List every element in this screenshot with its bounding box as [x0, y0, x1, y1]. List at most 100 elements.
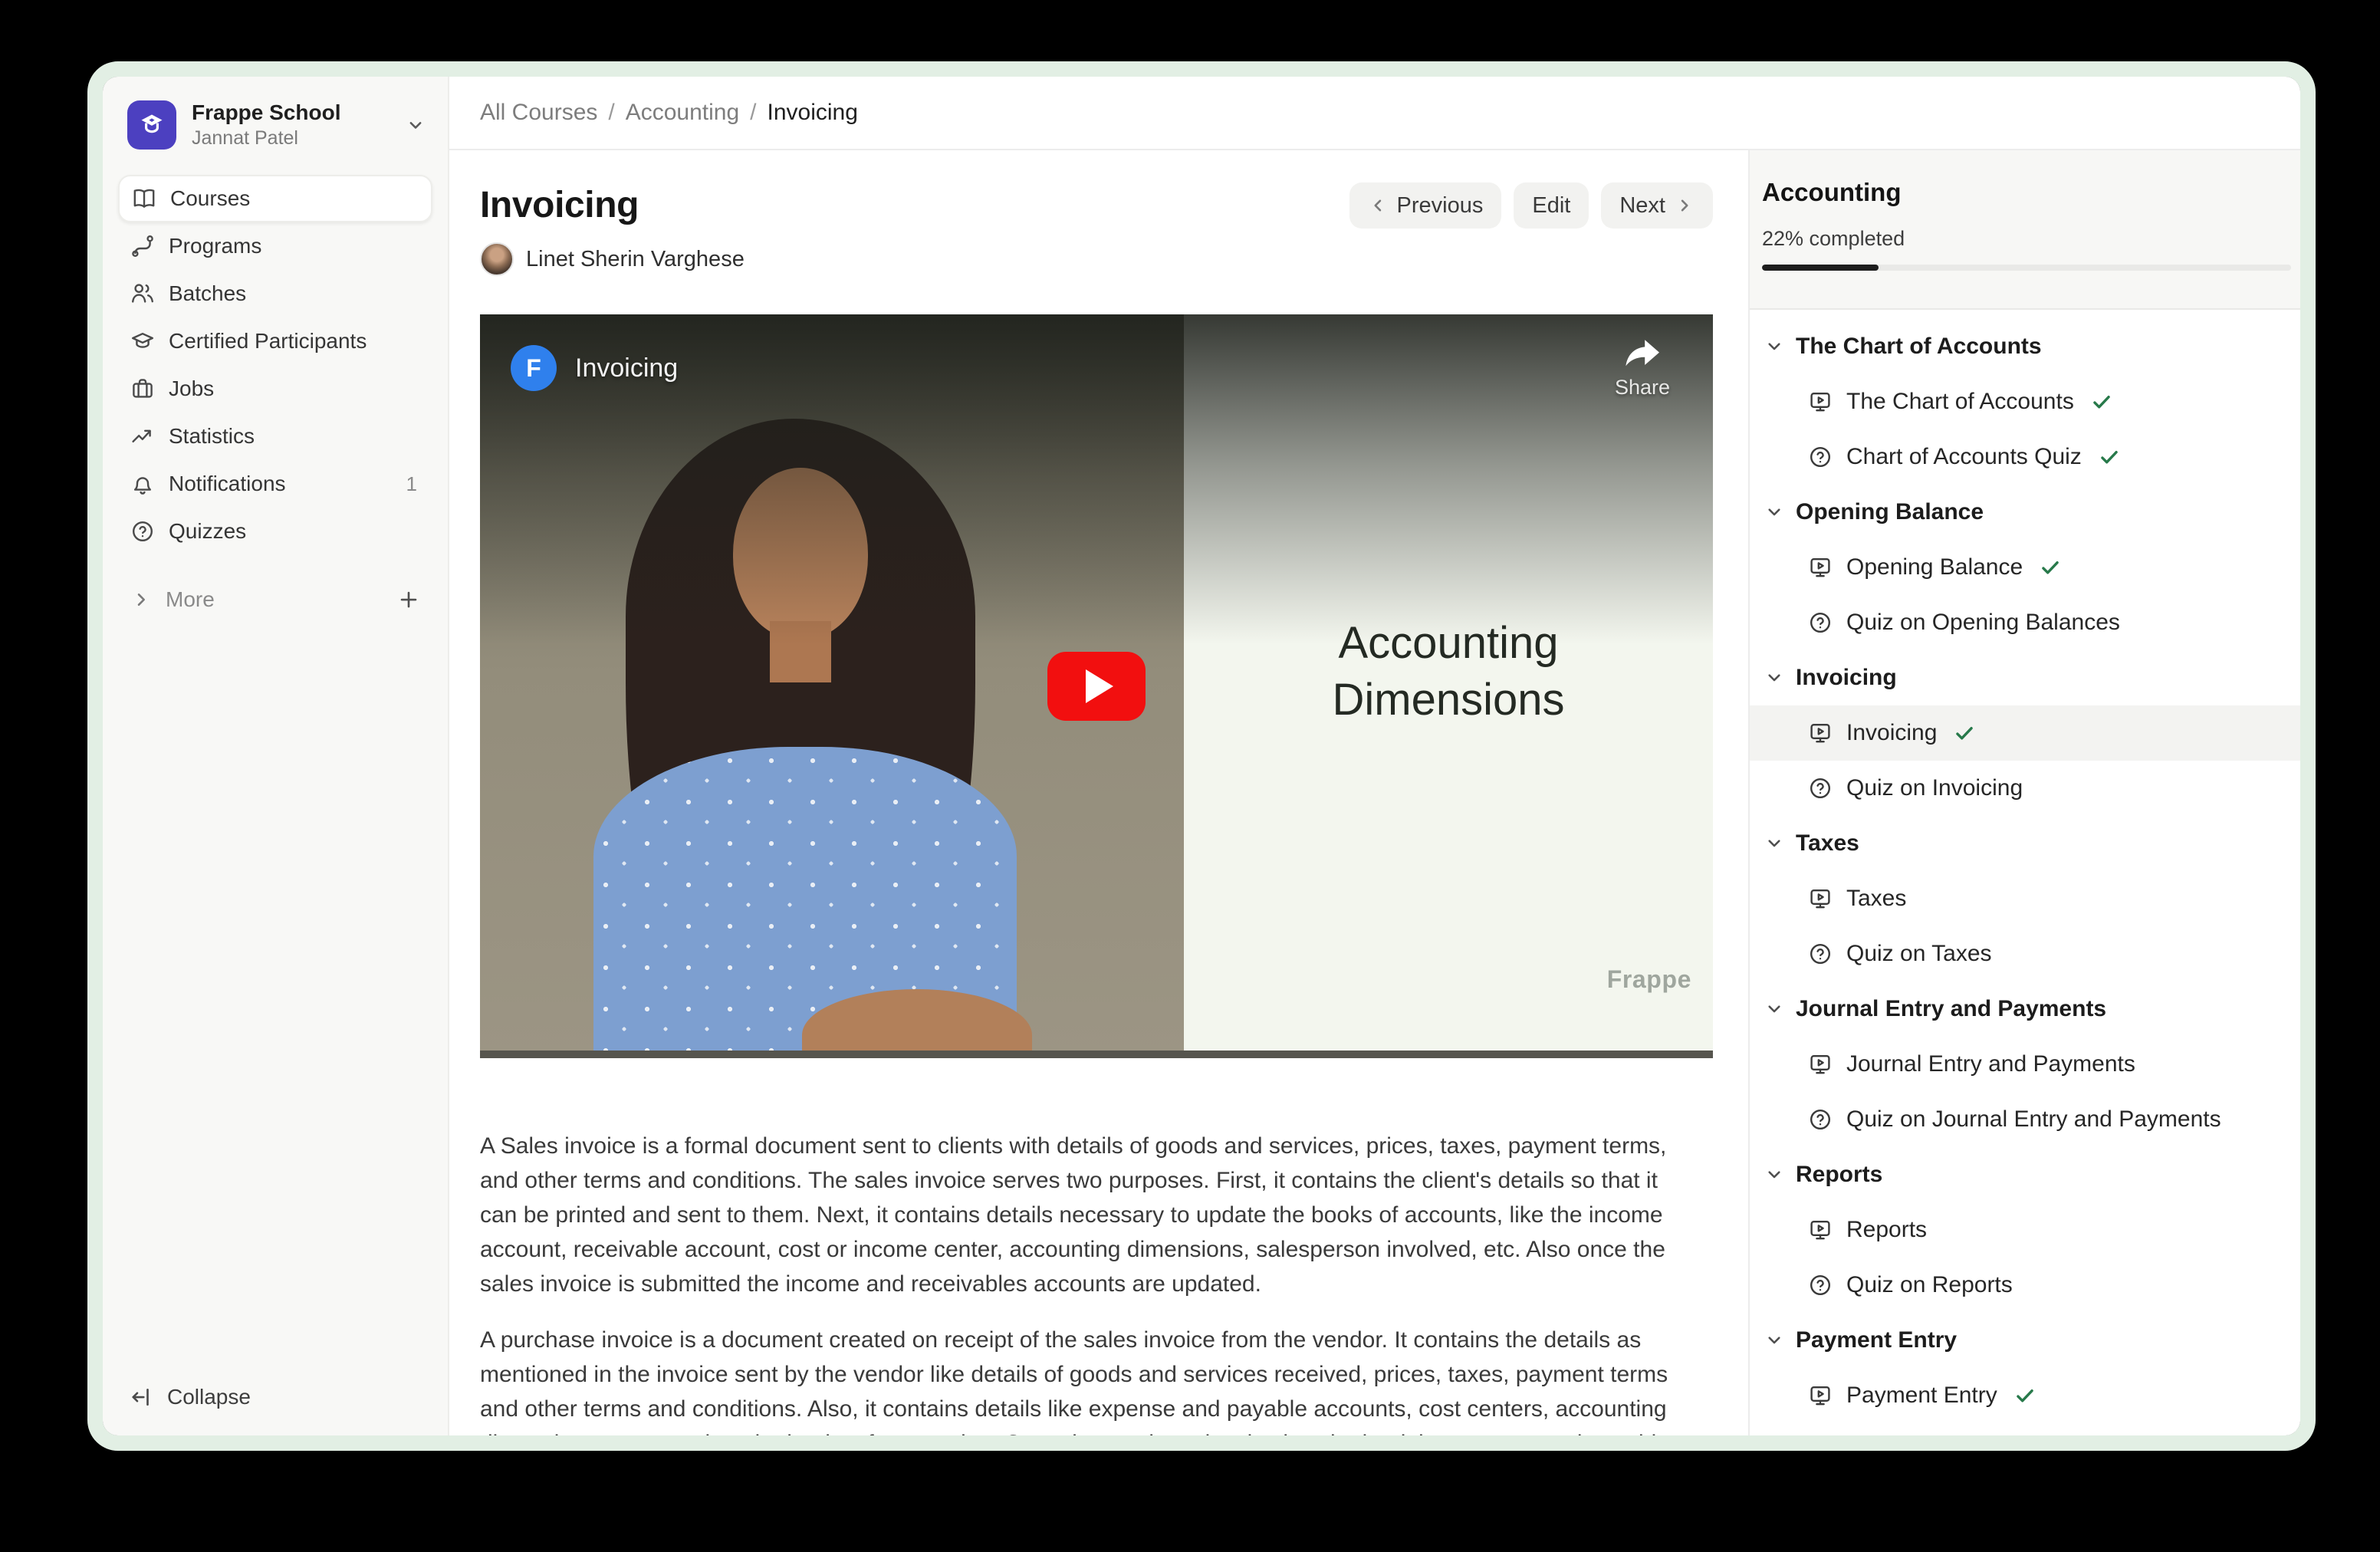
- route-icon: [130, 234, 155, 258]
- video-title-overlay[interactable]: Invoicing: [575, 353, 678, 383]
- collapse-label: Collapse: [167, 1385, 251, 1409]
- outline-lesson-quiz-on-journal-entry-and-payments[interactable]: Quiz on Journal Entry and Payments: [1750, 1092, 2300, 1147]
- check-icon: [2099, 446, 2120, 468]
- outline-section-title: Invoicing: [1796, 665, 1897, 691]
- sidebar-item-label: Quizzes: [169, 519, 420, 544]
- sidebar-item-label: Programs: [169, 234, 420, 258]
- outline-lesson-quiz-on-reports[interactable]: Quiz on Reports: [1750, 1258, 2300, 1313]
- outline-lesson-label: Taxes: [1846, 886, 1906, 912]
- progress-label: 22% completed: [1762, 227, 2288, 251]
- outline-section-taxes[interactable]: Taxes: [1750, 816, 2300, 871]
- graduation-cap-icon: [137, 110, 166, 140]
- quiz-icon: [1808, 445, 1833, 469]
- chevron-down-icon: [1765, 1166, 1783, 1184]
- monitor-play-icon: [1808, 390, 1833, 414]
- sidebar-item-jobs[interactable]: Jobs: [118, 365, 432, 413]
- play-icon: [1086, 669, 1113, 703]
- edit-button[interactable]: Edit: [1514, 182, 1589, 229]
- share-button[interactable]: Share: [1615, 339, 1670, 400]
- chevron-down-icon: [1765, 503, 1783, 521]
- check-icon: [2091, 391, 2112, 413]
- monitor-play-icon: [1808, 555, 1833, 580]
- sidebar-item-statistics[interactable]: Statistics: [118, 413, 432, 460]
- outline-lesson-the-chart-of-accounts[interactable]: The Chart of Accounts: [1750, 374, 2300, 429]
- author-name: Linet Sherin Varghese: [526, 247, 745, 272]
- graduation-cap-icon: [130, 329, 155, 353]
- outline-lesson-quiz-on-opening-balances[interactable]: Quiz on Opening Balances: [1750, 595, 2300, 650]
- check-icon: [2040, 557, 2061, 578]
- book-open-icon: [132, 186, 156, 211]
- course-outline-header: Accounting 22% completed: [1750, 150, 2300, 310]
- chevron-down-icon: [1765, 834, 1783, 853]
- next-button[interactable]: Next: [1601, 182, 1713, 229]
- sidebar-item-quizzes[interactable]: Quizzes: [118, 508, 432, 555]
- video-progress-bar[interactable]: [480, 1051, 1713, 1058]
- monitor-play-icon: [1808, 1383, 1833, 1408]
- sidebar-item-certified-participants[interactable]: Certified Participants: [118, 317, 432, 365]
- outline-lesson-quiz-on-taxes[interactable]: Quiz on Taxes: [1750, 926, 2300, 982]
- sidebar-item-label: Jobs: [169, 376, 420, 401]
- plus-icon: [397, 588, 420, 611]
- monitor-play-icon: [1808, 1218, 1833, 1242]
- outline-section-journal-entry-and-payments[interactable]: Journal Entry and Payments: [1750, 982, 2300, 1037]
- bell-icon: [130, 472, 155, 496]
- outline-section-invoicing[interactable]: Invoicing: [1750, 650, 2300, 705]
- sidebar-item-programs[interactable]: Programs: [118, 222, 432, 270]
- add-button[interactable]: [397, 588, 420, 611]
- outline-section-title: Payment Entry: [1796, 1327, 1957, 1353]
- avatar: [480, 242, 514, 276]
- outline-lesson-label: Chart of Accounts Quiz: [1846, 444, 2082, 470]
- channel-avatar[interactable]: F: [511, 345, 557, 391]
- outline-section-the-chart-of-accounts[interactable]: The Chart of Accounts: [1750, 319, 2300, 374]
- outline-section-payment-entry[interactable]: Payment Entry: [1750, 1313, 2300, 1368]
- outline-lesson-invoicing[interactable]: Invoicing: [1750, 705, 2300, 761]
- outline-lesson-chart-of-accounts-quiz[interactable]: Chart of Accounts Quiz: [1750, 429, 2300, 485]
- breadcrumb-accounting[interactable]: Accounting: [626, 100, 739, 126]
- outline-section-title: The Chart of Accounts: [1796, 334, 2042, 360]
- outline-section-opening-balance[interactable]: Opening Balance: [1750, 485, 2300, 540]
- outline-lesson-label: Journal Entry and Payments: [1846, 1051, 2135, 1077]
- trending-up-icon: [130, 424, 155, 449]
- check-icon: [2014, 1385, 2036, 1406]
- author-row: Linet Sherin Varghese: [480, 242, 1713, 276]
- outline-lesson-label: Payment Entry: [1846, 1383, 1997, 1409]
- school-switcher[interactable]: Frappe School Jannat Patel: [103, 77, 448, 169]
- outline-lesson-quiz-on-invoicing[interactable]: Quiz on Invoicing: [1750, 761, 2300, 816]
- breadcrumb-separator: /: [608, 100, 614, 126]
- breadcrumb-all-courses[interactable]: All Courses: [480, 100, 597, 126]
- video-player[interactable]: Accounting Dimensions Frappe F Invoicing: [480, 314, 1713, 1058]
- users-icon: [130, 281, 155, 306]
- chevron-down-icon: [1765, 1331, 1783, 1350]
- quiz-icon: [1808, 776, 1833, 801]
- school-name: Frappe School: [192, 100, 390, 126]
- sidebar-item-more[interactable]: More: [118, 577, 432, 623]
- school-user-name: Jannat Patel: [192, 126, 390, 150]
- sidebar-item-batches[interactable]: Batches: [118, 270, 432, 317]
- outline-lesson-label: Quiz on Reports: [1846, 1272, 2013, 1298]
- play-button[interactable]: [1047, 652, 1146, 721]
- previous-button[interactable]: Previous: [1349, 182, 1502, 229]
- sidebar-item-label: Statistics: [169, 424, 420, 449]
- outline-lesson-reports[interactable]: Reports: [1750, 1202, 2300, 1258]
- outline-lesson-opening-balance[interactable]: Opening Balance: [1750, 540, 2300, 595]
- sidebar-item-courses[interactable]: Courses: [118, 175, 432, 222]
- chevron-left-icon: [1368, 196, 1388, 215]
- outline-lesson-taxes[interactable]: Taxes: [1750, 871, 2300, 926]
- outline-lesson-payment-entry[interactable]: Payment Entry: [1750, 1368, 2300, 1423]
- outline-section-title: Taxes: [1796, 830, 1859, 857]
- chevron-right-icon: [1675, 196, 1695, 215]
- course-outline-list: The Chart of Accounts The Chart of Accou…: [1750, 310, 2300, 1423]
- breadcrumb: All Courses / Accounting / Invoicing: [449, 77, 2300, 150]
- quiz-icon: [1808, 610, 1833, 635]
- outline-section-reports[interactable]: Reports: [1750, 1147, 2300, 1202]
- collapse-sidebar-button[interactable]: Collapse: [118, 1374, 432, 1420]
- lesson-content: Invoicing Previous Edit: [449, 150, 1748, 1435]
- page-title: Invoicing: [480, 181, 639, 230]
- page-background: Frappe School Jannat Patel Courses Progr…: [0, 0, 2380, 1552]
- outline-lesson-journal-entry-and-payments[interactable]: Journal Entry and Payments: [1750, 1037, 2300, 1092]
- sidebar-item-notifications[interactable]: Notifications 1: [118, 460, 432, 508]
- sidebar-item-label: Notifications: [169, 472, 393, 496]
- check-icon: [1954, 722, 1975, 744]
- outline-lesson-label: Quiz on Journal Entry and Payments: [1846, 1106, 2221, 1133]
- sidebar-menu: Courses Programs Batches Certified Parti…: [103, 169, 448, 555]
